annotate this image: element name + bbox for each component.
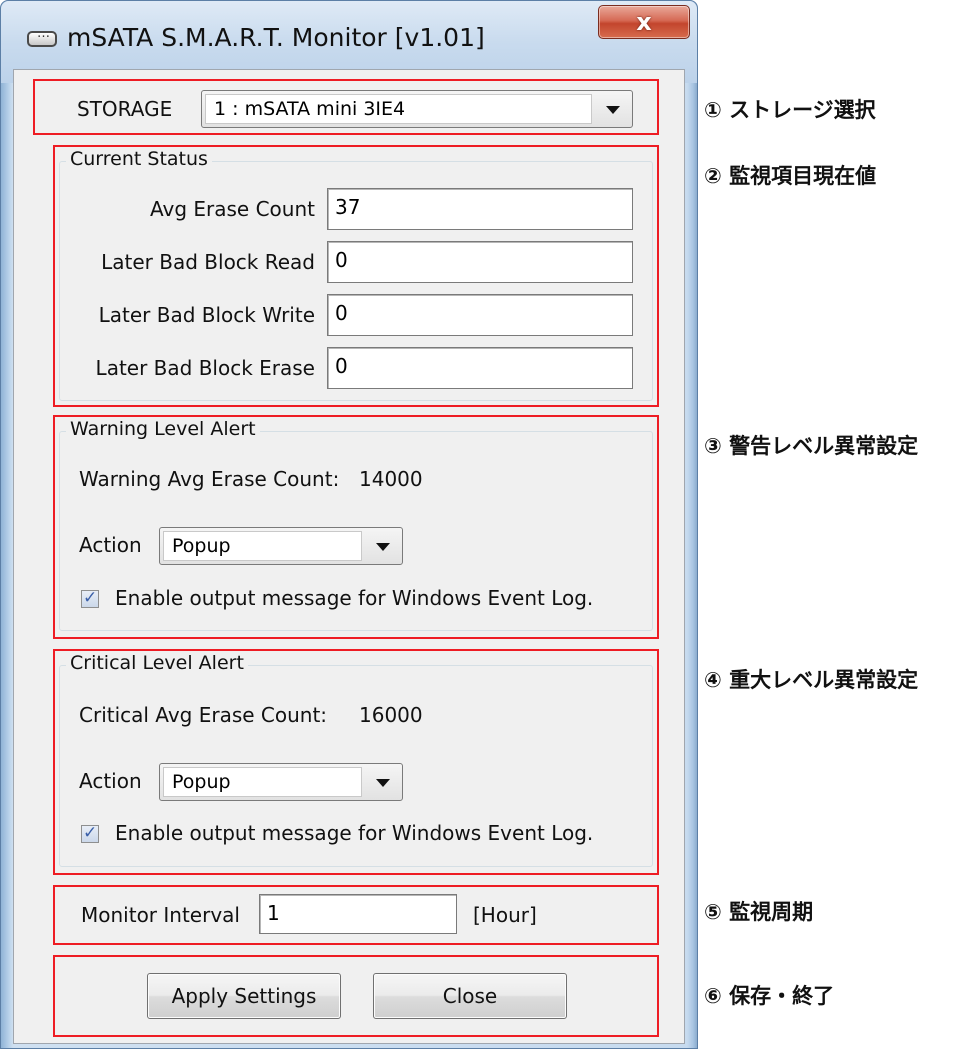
- warning-count-label: Warning Avg Erase Count:: [79, 467, 340, 491]
- chevron-down-icon: [376, 543, 390, 551]
- checkmark-icon: ✓: [83, 823, 98, 843]
- critical-legend: Critical Level Alert: [66, 652, 248, 674]
- bad-block-read-field[interactable]: 0: [327, 241, 633, 283]
- annotation-warning: ③ 警告レベル異常設定: [704, 434, 919, 458]
- bad-block-read-label: Later Bad Block Read: [101, 250, 315, 274]
- interval-unit-label: [Hour]: [473, 903, 537, 927]
- bad-block-write-field[interactable]: 0: [327, 294, 633, 336]
- warning-eventlog-checkbox[interactable]: ✓: [81, 588, 99, 608]
- critical-count-label: Critical Avg Erase Count:: [79, 703, 328, 727]
- critical-eventlog-checkbox[interactable]: ✓: [81, 823, 99, 843]
- chevron-down-icon: [606, 106, 620, 114]
- critical-count-value: 16000: [359, 703, 423, 727]
- chevron-down-icon: [376, 779, 390, 787]
- annotation-current-status: ② 監視項目現在値: [704, 164, 877, 188]
- critical-eventlog-label: Enable output message for Windows Event …: [115, 821, 594, 845]
- warning-action-value: Popup: [163, 531, 362, 561]
- storage-label: STORAGE: [77, 97, 173, 121]
- warning-action-label: Action: [79, 533, 142, 557]
- window-title: mSATA S.M.A.R.T. Monitor [v1.01]: [67, 23, 485, 52]
- annotation-storage: ① ストレージ選択: [704, 98, 876, 122]
- warning-action-select[interactable]: Popup: [159, 527, 403, 565]
- app-window: mSATA S.M.A.R.T. Monitor [v1.01] x STORA…: [0, 0, 698, 1049]
- storage-select[interactable]: 1 : mSATA mini 3IE4: [201, 90, 633, 128]
- storage-select-value: 1 : mSATA mini 3IE4: [205, 94, 592, 124]
- close-icon: x: [636, 8, 652, 36]
- warning-legend: Warning Level Alert: [66, 418, 260, 440]
- drive-icon: [27, 26, 57, 47]
- critical-action-value: Popup: [163, 767, 362, 797]
- annotation-critical: ④ 重大レベル異常設定: [704, 668, 919, 692]
- critical-action-select[interactable]: Popup: [159, 763, 403, 801]
- critical-action-label: Action: [79, 769, 142, 793]
- warning-count-value: 14000: [359, 467, 423, 491]
- bad-block-erase-label: Later Bad Block Erase: [95, 356, 315, 380]
- avg-erase-count-label: Avg Erase Count: [150, 197, 315, 221]
- avg-erase-count-field[interactable]: 37: [327, 188, 633, 230]
- buttons-section: [53, 955, 659, 1037]
- annotation-save-close: ⑥ 保存・終了: [704, 984, 835, 1008]
- monitor-interval-label: Monitor Interval: [81, 903, 240, 927]
- warning-eventlog-label: Enable output message for Windows Event …: [115, 586, 594, 610]
- annotation-interval: ⑤ 監視周期: [704, 900, 814, 924]
- bad-block-erase-field[interactable]: 0: [327, 347, 633, 389]
- current-status-legend: Current Status: [66, 148, 212, 170]
- close-button[interactable]: Close: [373, 973, 567, 1019]
- bad-block-write-label: Later Bad Block Write: [98, 303, 315, 327]
- window-close-button[interactable]: x: [598, 5, 690, 39]
- monitor-interval-input[interactable]: 1: [259, 894, 457, 934]
- apply-settings-button[interactable]: Apply Settings: [147, 973, 341, 1019]
- checkmark-icon: ✓: [83, 588, 98, 608]
